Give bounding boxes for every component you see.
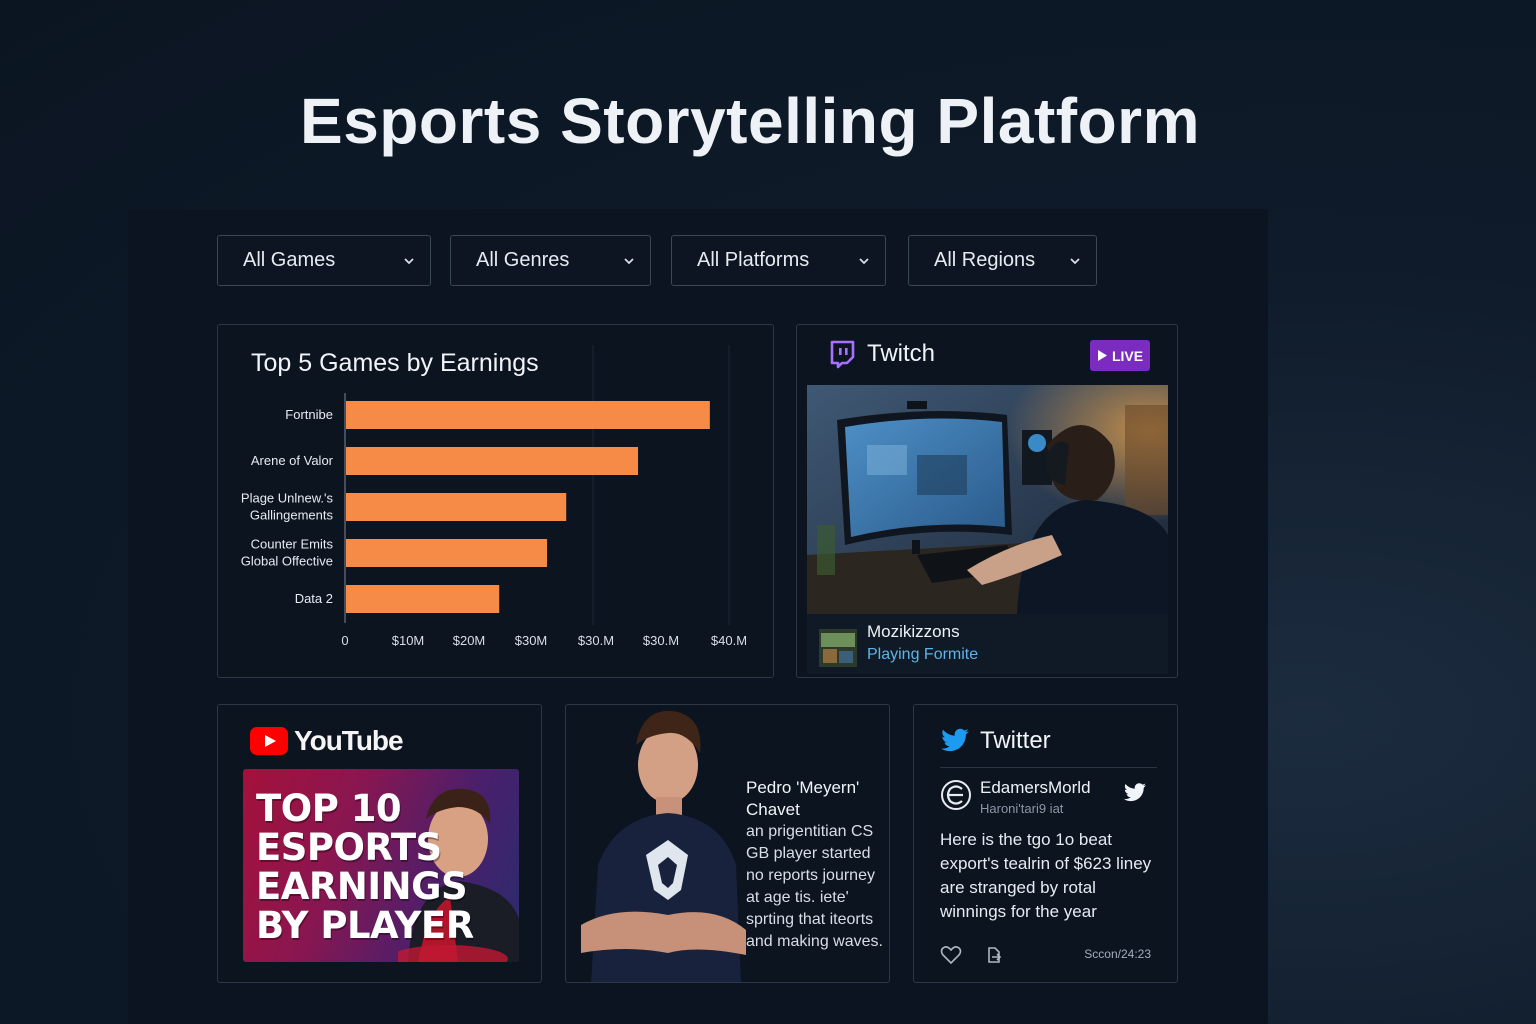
twitter-label: Twitter bbox=[980, 727, 1051, 754]
chevron-down-icon bbox=[624, 257, 634, 264]
category-label: Arene of Valor bbox=[251, 453, 334, 468]
live-badge: LIVE bbox=[1090, 340, 1150, 371]
streamer-name[interactable]: Mozikizzons bbox=[867, 622, 960, 642]
x-tick-label: $40.M bbox=[711, 633, 747, 648]
player-bio: an prigentitian CS GB player started no … bbox=[746, 823, 883, 950]
chart-bar[interactable] bbox=[346, 493, 567, 521]
divider bbox=[940, 767, 1157, 768]
earnings-chart-card: Top 5 Games by Earnings Fortnibe Arene of… bbox=[217, 324, 774, 678]
filter-regions-label: All Regions bbox=[934, 249, 1036, 271]
tweet-handle: Haroni'tari9 iat bbox=[980, 801, 1064, 816]
tweet-timestamp: Sccon/24:23 bbox=[1084, 947, 1151, 961]
chart-bar[interactable] bbox=[346, 447, 639, 475]
category-label: Fortnibe bbox=[285, 407, 333, 422]
youtube-card[interactable]: YouTube TOP 10 ESPORTS EARNINGS BY PLAYE… bbox=[217, 704, 542, 983]
streamer-avatar bbox=[819, 629, 857, 667]
youtube-play-icon bbox=[250, 727, 288, 755]
twitter-bird-icon bbox=[941, 728, 969, 752]
category-label: Data 2 bbox=[295, 591, 333, 606]
tweet-username[interactable]: EdamersMorld bbox=[980, 778, 1091, 798]
youtube-label: YouTube bbox=[294, 725, 404, 756]
chart-bar[interactable] bbox=[346, 585, 500, 613]
stream-info: Mozikizzons Playing Formite bbox=[807, 614, 1168, 674]
chevron-down-icon bbox=[1070, 257, 1080, 264]
filter-games-label: All Games bbox=[243, 249, 336, 271]
youtube-logo: YouTube bbox=[250, 725, 404, 757]
player-photo bbox=[581, 710, 746, 982]
youtube-video-thumbnail[interactable]: TOP 10 ESPORTS EARNINGS BY PLAYER bbox=[243, 769, 519, 962]
tweet-actions bbox=[940, 945, 1004, 965]
chart-bar[interactable] bbox=[346, 401, 710, 429]
youtube-thumbnail-text: TOP 10 ESPORTS EARNINGS BY PLAYER bbox=[256, 787, 474, 947]
live-label: LIVE bbox=[1111, 347, 1144, 364]
filter-platforms-label: All Platforms bbox=[697, 249, 810, 271]
earnings-bar-chart: Fortnibe Arene of Valor Plage Unlnew.'s Gal… bbox=[241, 345, 747, 648]
category-label: Plage Unlnew.'s Gallingements bbox=[241, 491, 334, 523]
twitch-card[interactable]: Twitch LIVE Mozikizzons Playing Formite bbox=[796, 324, 1178, 678]
x-tick-label: $10M bbox=[392, 633, 425, 648]
player-profile-card[interactable]: Pedro 'Meyern' Chavet an prigentitian CS… bbox=[565, 704, 890, 983]
filter-genres-dropdown[interactable]: All Genres bbox=[450, 235, 651, 286]
player-name: Pedro 'Meyern' Chavet bbox=[746, 778, 860, 819]
twitch-icon bbox=[830, 340, 855, 369]
streamer-game[interactable]: Playing Formite bbox=[867, 646, 978, 664]
stream-thumbnail[interactable] bbox=[807, 385, 1168, 614]
heart-icon[interactable] bbox=[940, 945, 962, 965]
x-tick-label: 0 bbox=[341, 633, 348, 648]
filter-games-dropdown[interactable]: All Games bbox=[217, 235, 431, 286]
x-tick-label: $20M bbox=[453, 633, 486, 648]
user-avatar-icon bbox=[941, 780, 971, 810]
tweet-text: Here is the tgo 1o beat export's tealrin… bbox=[940, 830, 1152, 921]
gamer-at-desk-image bbox=[807, 385, 1168, 614]
chevron-down-icon bbox=[859, 257, 869, 264]
x-tick-label: $30.M bbox=[578, 633, 614, 648]
twitter-bird-icon bbox=[1124, 783, 1146, 802]
twitter-card[interactable]: Twitter EdamersMorld Haroni'tari9 iat He… bbox=[913, 704, 1178, 983]
play-icon bbox=[1097, 350, 1107, 361]
filter-platforms-dropdown[interactable]: All Platforms bbox=[671, 235, 886, 286]
twitch-label: Twitch bbox=[867, 340, 936, 367]
category-label: Counter Emits Global Offective bbox=[241, 537, 334, 569]
page-title: Esports Storytelling Platform bbox=[300, 85, 1200, 157]
share-icon[interactable] bbox=[984, 945, 1004, 965]
chart-bar[interactable] bbox=[346, 539, 548, 567]
filter-genres-label: All Genres bbox=[476, 249, 570, 271]
chevron-down-icon bbox=[404, 257, 414, 264]
filter-regions-dropdown[interactable]: All Regions bbox=[908, 235, 1097, 286]
x-tick-label: $30.M bbox=[643, 633, 679, 648]
x-tick-label: $30M bbox=[515, 633, 548, 648]
